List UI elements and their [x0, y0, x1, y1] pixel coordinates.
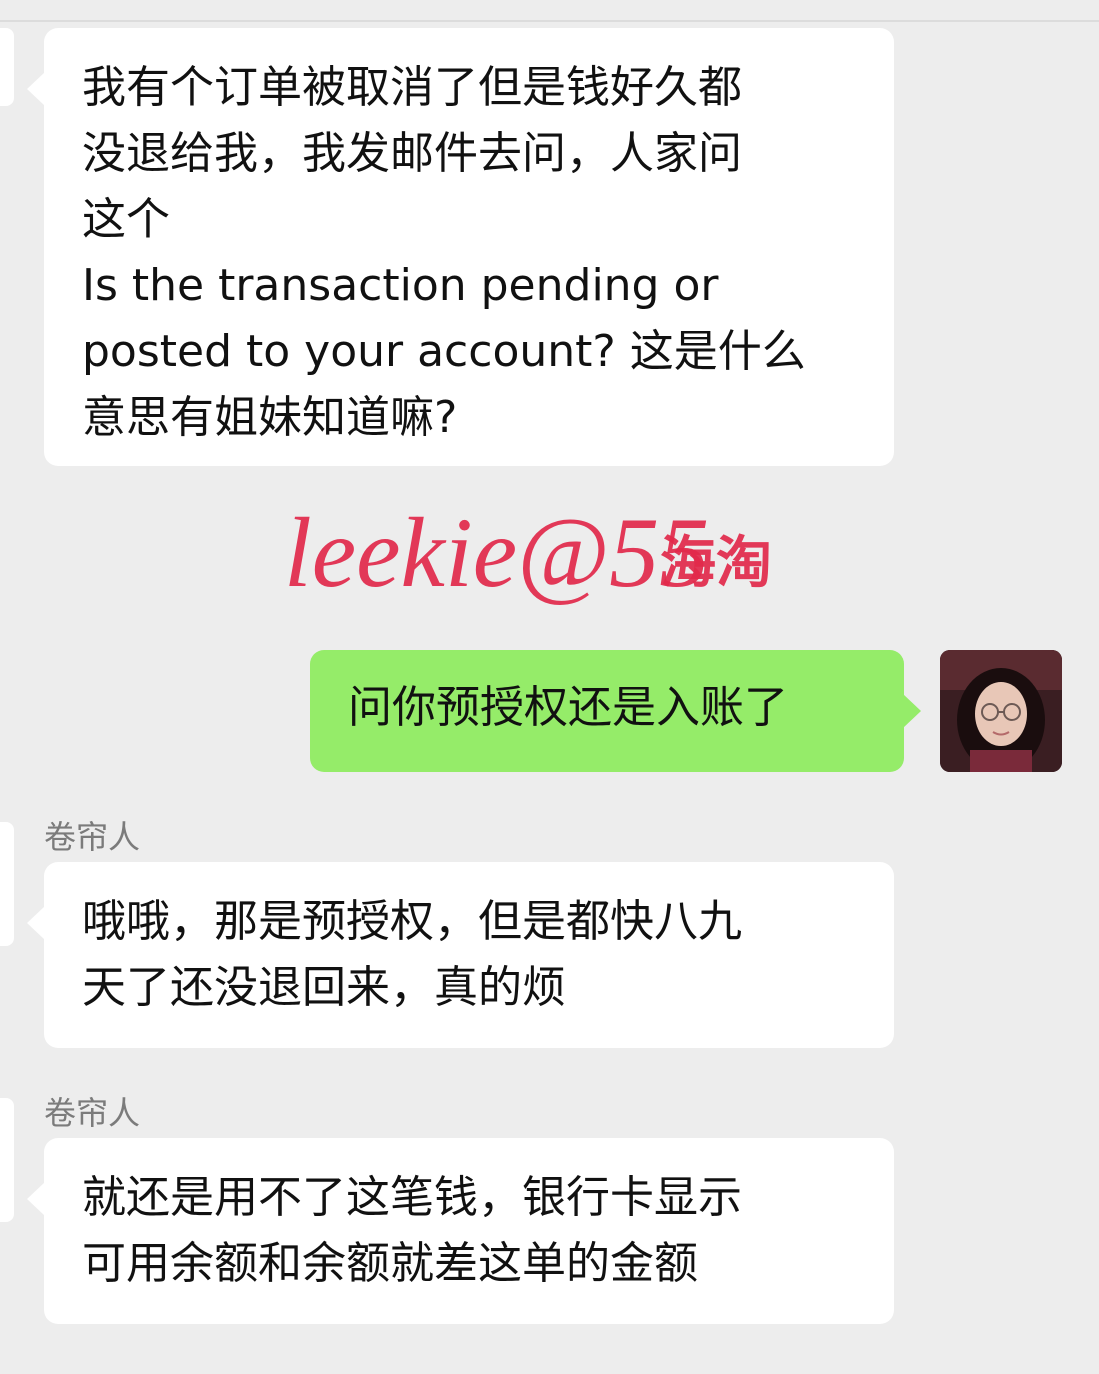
message-text: 天了还没退回来，真的烦 — [82, 962, 566, 1013]
watermark-suffix: 海淘 — [660, 531, 772, 596]
message-text: posted to your account? 这是什么 — [82, 326, 806, 377]
message-text: 这个 — [82, 194, 170, 245]
message-text: Is the transaction pending or — [82, 260, 719, 311]
top-divider — [0, 20, 1099, 22]
avatar-edge[interactable] — [0, 1098, 14, 1222]
message-text: 没退给我，我发邮件去问，人家问 — [82, 128, 742, 179]
user-avatar[interactable] — [940, 650, 1062, 772]
watermark-script: leekie@55 — [284, 497, 709, 608]
message-bubble-outgoing[interactable]: 问你预授权还是入账了 — [310, 650, 921, 772]
avatar-edge[interactable] — [0, 28, 14, 106]
sender-name: 卷帘人 — [44, 1094, 141, 1132]
sender-name: 卷帘人 — [44, 818, 141, 856]
message-text: 哦哦，那是预授权，但是都快八九 — [82, 896, 742, 947]
message-text: 意思有姐妹知道嘛? — [82, 392, 458, 443]
avatar-edge[interactable] — [0, 822, 14, 946]
avatar-portrait-icon — [940, 650, 1062, 772]
message-bubble-incoming[interactable]: 我有个订单被取消了但是钱好久都 没退给我，我发邮件去问，人家问 这个 Is th… — [27, 28, 894, 466]
message-text: 问你预授权还是入账了 — [348, 682, 788, 733]
message-text: 可用余额和余额就差这单的金额 — [82, 1238, 698, 1289]
message-bubble-incoming[interactable]: 哦哦，那是预授权，但是都快八九 天了还没退回来，真的烦 — [27, 862, 894, 1048]
message-text: 我有个订单被取消了但是钱好久都 — [82, 62, 742, 113]
message-bubble-incoming[interactable]: 就还是用不了这笔钱，银行卡显示 可用余额和余额就差这单的金额 — [27, 1138, 894, 1324]
watermark-logo: leekie@55 海淘 — [284, 497, 772, 608]
message-text: 就还是用不了这笔钱，银行卡显示 — [82, 1172, 742, 1223]
